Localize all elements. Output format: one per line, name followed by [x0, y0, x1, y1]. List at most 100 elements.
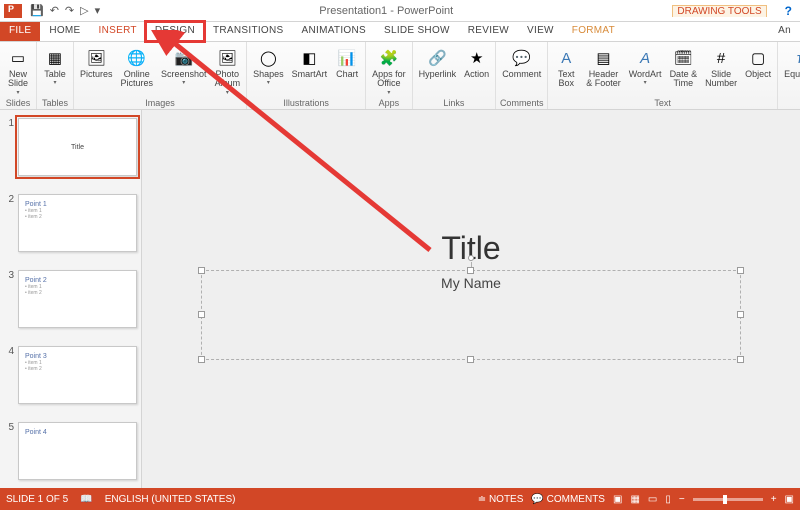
shapes-icon: ◯: [257, 47, 279, 69]
wordart-icon: A: [634, 47, 656, 69]
apps-button[interactable]: 🧩Apps for Office▾: [368, 44, 410, 97]
language-button[interactable]: ENGLISH (UNITED STATES): [105, 494, 236, 505]
sorter-view-icon[interactable]: ▦: [630, 494, 639, 505]
notes-button[interactable]: ≐ NOTES: [478, 494, 524, 505]
new-slide-button[interactable]: ▭New Slide▾: [2, 44, 34, 97]
object-icon: ▢: [747, 47, 769, 69]
smartart-button[interactable]: ◧SmartArt: [288, 44, 332, 97]
screenshot-icon: 📷: [173, 47, 195, 69]
group-apps: 🧩Apps for Office▾ Apps: [366, 42, 413, 109]
spellcheck-icon[interactable]: 📖: [80, 494, 92, 505]
thumbnail-2[interactable]: 2Point 1• item 1• item 2: [4, 194, 137, 252]
rotate-handle[interactable]: [468, 255, 474, 261]
comment-button[interactable]: 💬Comment: [498, 44, 545, 97]
resize-handle-bl[interactable]: [198, 356, 205, 363]
text-box-button[interactable]: AText Box: [550, 44, 582, 97]
hyperlink-icon: 🔗: [426, 47, 448, 69]
tab-format[interactable]: FORMAT: [563, 22, 624, 41]
smartart-icon: ◧: [298, 47, 320, 69]
tab-design[interactable]: DESIGN: [146, 22, 204, 41]
tab-file[interactable]: FILE: [0, 22, 40, 41]
photo-album-button[interactable]: 🖼Photo Album▾: [211, 44, 245, 97]
tab-transitions[interactable]: TRANSITIONS: [204, 22, 293, 41]
header-footer-button[interactable]: ▤Header & Footer: [582, 44, 625, 97]
slide-number-button[interactable]: #Slide Number: [701, 44, 741, 97]
resize-handle-tm[interactable]: [467, 267, 474, 274]
online-pictures-icon: 🌐: [126, 47, 148, 69]
slideshow-icon[interactable]: ▷: [80, 4, 88, 17]
tab-insert[interactable]: INSERT: [90, 22, 146, 41]
group-tables: ▦Table▾ Tables: [37, 42, 74, 109]
date-time-button[interactable]: 🗓Date & Time: [666, 44, 702, 97]
selected-text-box[interactable]: My Name: [201, 270, 741, 360]
status-bar: SLIDE 1 OF 5 📖 ENGLISH (UNITED STATES) ≐…: [0, 488, 800, 510]
text-box-icon: A: [555, 47, 577, 69]
ribbon-tabs: FILE HOME INSERT DESIGN TRANSITIONS ANIM…: [0, 22, 800, 42]
context-tab-label: DRAWING TOOLS: [672, 5, 766, 17]
zoom-slider[interactable]: [693, 498, 763, 501]
action-button[interactable]: ★Action: [460, 44, 493, 97]
group-links: 🔗Hyperlink ★Action Links: [413, 42, 497, 109]
comments-button[interactable]: 💬 COMMENTS: [531, 494, 605, 505]
hyperlink-button[interactable]: 🔗Hyperlink: [415, 44, 461, 97]
pictures-button[interactable]: 🖼Pictures: [76, 44, 117, 97]
zoom-out-icon[interactable]: −: [679, 494, 685, 505]
undo-icon[interactable]: ↶: [50, 4, 59, 17]
group-label-apps: Apps: [368, 97, 410, 109]
tab-review[interactable]: REVIEW: [459, 22, 518, 41]
equation-icon: π: [791, 47, 800, 69]
photo-album-icon: 🖼: [216, 47, 238, 69]
thumbnail-5[interactable]: 5Point 4: [4, 422, 137, 480]
group-comments: 💬Comment Comments: [496, 42, 548, 109]
resize-handle-tl[interactable]: [198, 267, 205, 274]
resize-handle-bm[interactable]: [467, 356, 474, 363]
subtitle-text[interactable]: My Name: [441, 275, 501, 359]
zoom-in-icon[interactable]: +: [771, 494, 777, 505]
thumbnail-4[interactable]: 4Point 3• item 1• item 2: [4, 346, 137, 404]
group-text: AText Box ▤Header & Footer AWordArt▾ 🗓Da…: [548, 42, 778, 109]
slide-editor[interactable]: Title My Name: [142, 110, 800, 488]
save-icon[interactable]: 💾: [30, 4, 44, 17]
online-pictures-button[interactable]: 🌐Online Pictures: [117, 44, 158, 97]
thumbnail-3[interactable]: 3Point 2• item 1• item 2: [4, 270, 137, 328]
group-label-text: Text: [550, 97, 775, 109]
group-illustrations: ◯Shapes▾ ◧SmartArt 📊Chart Illustrations: [247, 42, 366, 109]
quick-access-toolbar: 💾 ↶ ↷ ▷ ▾: [30, 4, 100, 17]
slide-thumbnail-panel: 1Title 2Point 1• item 1• item 2 3Point 2…: [0, 110, 142, 488]
group-label-comments: Comments: [498, 97, 545, 109]
shapes-button[interactable]: ◯Shapes▾: [249, 44, 288, 97]
group-label-tables: Tables: [39, 97, 71, 109]
normal-view-icon[interactable]: ▣: [613, 494, 622, 505]
powerpoint-app-icon: [4, 4, 22, 18]
slide-counter[interactable]: SLIDE 1 OF 5: [6, 494, 68, 505]
fit-window-icon[interactable]: ▣: [785, 494, 794, 505]
resize-handle-br[interactable]: [737, 356, 744, 363]
tab-animations[interactable]: ANIMATIONS: [293, 22, 375, 41]
action-icon: ★: [466, 47, 488, 69]
reading-view-icon[interactable]: ▭: [648, 494, 657, 505]
group-images: 🖼Pictures 🌐Online Pictures 📷Screenshot▾ …: [74, 42, 247, 109]
resize-handle-tr[interactable]: [737, 267, 744, 274]
group-label-symbols: Symbols: [780, 97, 800, 109]
slideshow-view-icon[interactable]: ▯: [665, 494, 671, 505]
table-icon: ▦: [44, 47, 66, 69]
equation-button[interactable]: πEquation▾: [780, 44, 800, 97]
chart-button[interactable]: 📊Chart: [331, 44, 363, 97]
new-slide-icon: ▭: [7, 47, 29, 69]
tab-home[interactable]: HOME: [40, 22, 89, 41]
tab-view[interactable]: VIEW: [518, 22, 563, 41]
screenshot-button[interactable]: 📷Screenshot▾: [157, 44, 211, 97]
group-symbols: πEquation▾ ΩSymbol Symbols: [778, 42, 800, 109]
thumbnail-1[interactable]: 1Title: [4, 118, 137, 176]
redo-icon[interactable]: ↷: [65, 4, 74, 17]
table-button[interactable]: ▦Table▾: [39, 44, 71, 97]
wordart-button[interactable]: AWordArt▾: [625, 44, 666, 97]
tab-slideshow[interactable]: SLIDE SHOW: [375, 22, 459, 41]
help-icon[interactable]: ?: [785, 4, 792, 18]
object-button[interactable]: ▢Object: [741, 44, 775, 97]
ribbon: ▭New Slide▾ Slides ▦Table▾ Tables 🖼Pictu…: [0, 42, 800, 110]
resize-handle-mr[interactable]: [737, 311, 744, 318]
resize-handle-ml[interactable]: [198, 311, 205, 318]
slide-number-icon: #: [710, 47, 732, 69]
account-label[interactable]: An: [769, 22, 800, 41]
